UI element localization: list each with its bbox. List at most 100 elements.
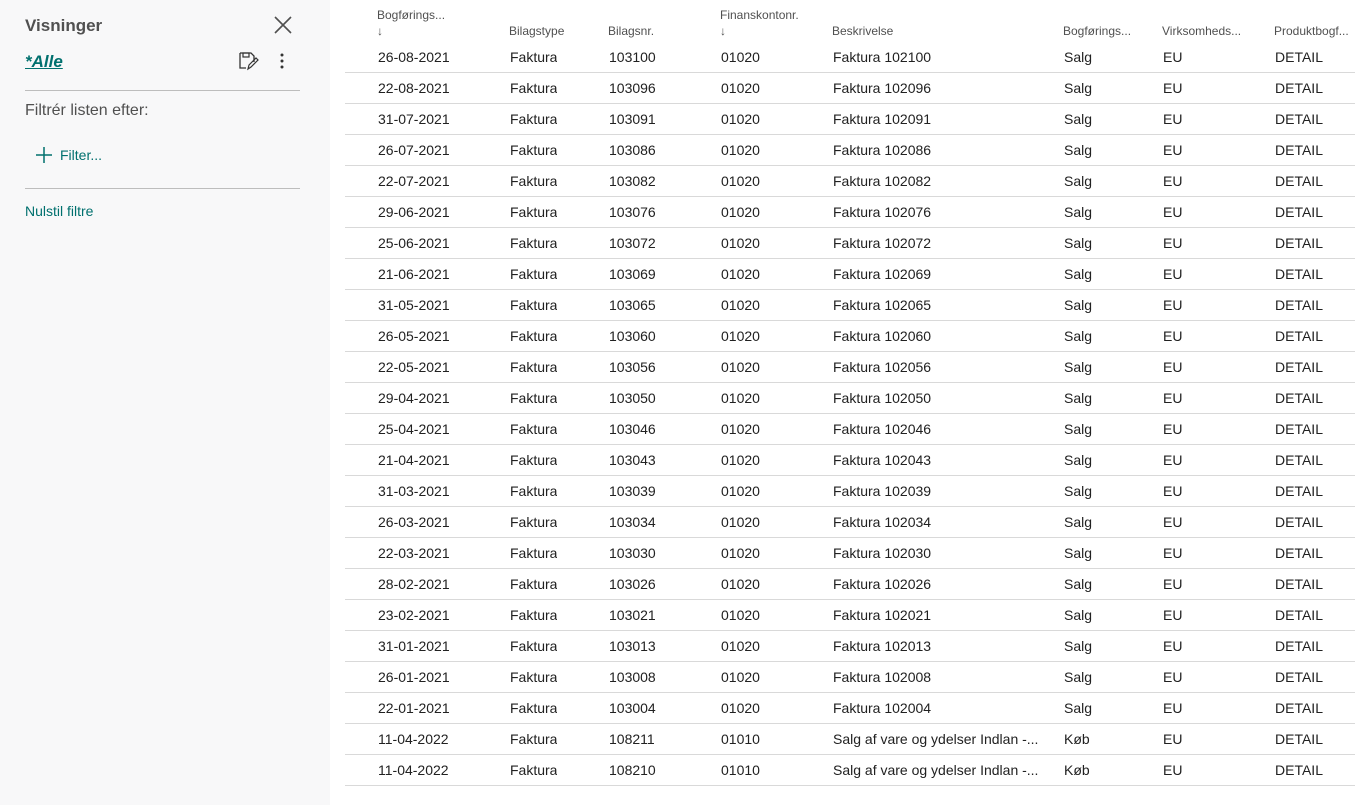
- cell-business-group: EU: [1163, 452, 1183, 468]
- cell-gl-account-no: 01010: [721, 731, 760, 747]
- cell-product-group: DETAIL: [1275, 266, 1323, 282]
- column-header-document-no[interactable]: Bilagsnr.: [608, 24, 654, 38]
- cell-business-group: EU: [1163, 359, 1183, 375]
- cell-posting-date: 22-08-2021: [378, 80, 450, 96]
- more-options-icon[interactable]: [272, 50, 292, 72]
- cell-description: Faktura 102086: [833, 142, 932, 158]
- cell-product-group: DETAIL: [1275, 607, 1323, 623]
- cell-product-group: DETAIL: [1275, 80, 1323, 96]
- column-header-label: Bilagstype: [509, 24, 565, 38]
- column-header-posting-type[interactable]: Bogførings...: [1063, 24, 1131, 38]
- table-row[interactable]: 28-02-2021 Faktura 103026 01020 Faktura 1020…: [345, 569, 1355, 600]
- cell-posting-date: 31-07-2021: [378, 111, 450, 127]
- cell-document-type: Faktura: [510, 266, 558, 282]
- column-header-product-group[interactable]: Produktbogf...: [1274, 24, 1349, 38]
- table-row[interactable]: 11-04-2022 Faktura 108211 01010 Salg af vare…: [345, 724, 1355, 755]
- table-row[interactable]: 11-04-2022 Faktura 108210 01010 Salg af vare…: [345, 755, 1355, 786]
- cell-document-type: Faktura: [510, 483, 558, 499]
- cell-description: Faktura 102096: [833, 80, 932, 96]
- cell-business-group: EU: [1163, 266, 1183, 282]
- cell-document-type: Faktura: [510, 576, 558, 592]
- cell-product-group: DETAIL: [1275, 545, 1323, 561]
- cell-posting-type: Salg: [1064, 173, 1093, 189]
- table-row[interactable]: 22-01-2021 Faktura 103004 01020 Faktura 1020…: [345, 693, 1355, 724]
- table-row[interactable]: 25-06-2021 Faktura 103072 01020 Faktura 1020…: [345, 228, 1355, 259]
- cell-document-type: Faktura: [510, 731, 558, 747]
- cell-posting-date: 31-01-2021: [378, 638, 450, 654]
- table-row[interactable]: 26-08-2021 Faktura 103100 01020 Faktura 1021…: [345, 42, 1355, 73]
- table-row[interactable]: 31-01-2021 Faktura 103013 01020 Faktura 1020…: [345, 631, 1355, 662]
- table-row[interactable]: 22-05-2021 Faktura 103056 01020 Faktura 1020…: [345, 352, 1355, 383]
- cell-product-group: DETAIL: [1275, 762, 1323, 778]
- cell-posting-date: 29-06-2021: [378, 204, 450, 220]
- cell-product-group: DETAIL: [1275, 483, 1323, 499]
- cell-posting-type: Salg: [1064, 576, 1093, 592]
- cell-gl-account-no: 01020: [721, 514, 760, 530]
- column-header-gl-account-no[interactable]: Finanskontonr. ↓: [720, 8, 799, 38]
- table-row[interactable]: 22-08-2021 Faktura 103096 01020 Faktura 1020…: [345, 73, 1355, 104]
- cell-posting-date: 11-04-2022: [378, 762, 449, 778]
- table-row[interactable]: 22-03-2021 Faktura 103030 01020 Faktura 1020…: [345, 538, 1355, 569]
- table-row[interactable]: 29-04-2021 Faktura 103050 01020 Faktura 1020…: [345, 383, 1355, 414]
- cell-description: Salg af vare og ydelser Indlan -...: [833, 731, 1039, 747]
- table-row[interactable]: 26-07-2021 Faktura 103086 01020 Faktura 1020…: [345, 135, 1355, 166]
- cell-document-type: Faktura: [510, 669, 558, 685]
- cell-gl-account-no: 01020: [721, 80, 760, 96]
- cell-gl-account-no: 01020: [721, 638, 760, 654]
- cell-description: Salg af vare og ydelser Indlan -...: [833, 762, 1039, 778]
- column-header-label: Produktbogf...: [1274, 24, 1349, 38]
- cell-posting-date: 26-05-2021: [378, 328, 450, 344]
- cell-posting-date: 26-08-2021: [378, 49, 450, 65]
- column-header-document-type[interactable]: Bilagstype: [509, 24, 564, 38]
- table-row[interactable]: 26-01-2021 Faktura 103008 01020 Faktura 1020…: [345, 662, 1355, 693]
- cell-gl-account-no: 01020: [721, 576, 760, 592]
- cell-gl-account-no: 01020: [721, 452, 760, 468]
- table-row[interactable]: 26-03-2021 Faktura 103034 01020 Faktura 1020…: [345, 507, 1355, 538]
- column-header-business-group[interactable]: Virksomheds...: [1162, 24, 1241, 38]
- column-header-posting-date[interactable]: Bogførings... ↓: [377, 8, 445, 38]
- cell-business-group: EU: [1163, 328, 1183, 344]
- cell-document-no: 103050: [609, 390, 656, 406]
- cell-document-no: 103086: [609, 142, 656, 158]
- add-filter-button[interactable]: Filter...: [34, 143, 102, 167]
- cell-business-group: EU: [1163, 514, 1183, 530]
- cell-document-no: 103026: [609, 576, 656, 592]
- table-row[interactable]: 31-03-2021 Faktura 103039 01020 Faktura 1020…: [345, 476, 1355, 507]
- cell-posting-date: 11-04-2022: [378, 731, 449, 747]
- cell-product-group: DETAIL: [1275, 328, 1323, 344]
- cell-description: Faktura 102021: [833, 607, 932, 623]
- cell-gl-account-no: 01020: [721, 173, 760, 189]
- grid-rows: 31-08-2021Faktura10310501020Faktura 1021…: [345, 18, 1355, 786]
- reset-filters-link[interactable]: Nulstil filtre: [25, 203, 93, 219]
- cell-document-type: Faktura: [510, 328, 558, 344]
- cell-posting-date: 22-05-2021: [378, 359, 450, 375]
- table-row[interactable]: 26-05-2021 Faktura 103060 01020 Faktura 1020…: [345, 321, 1355, 352]
- plus-icon: [36, 147, 52, 163]
- cell-business-group: EU: [1163, 235, 1183, 251]
- cell-document-type: Faktura: [510, 359, 558, 375]
- cell-posting-date: 25-04-2021: [378, 421, 450, 437]
- cell-description: Faktura 102091: [833, 111, 932, 127]
- close-icon[interactable]: [270, 12, 296, 38]
- cell-gl-account-no: 01020: [721, 204, 760, 220]
- cell-document-type: Faktura: [510, 421, 558, 437]
- view-all-link[interactable]: *Alle: [25, 52, 63, 72]
- table-row[interactable]: 22-07-2021 Faktura 103082 01020 Faktura 1020…: [345, 166, 1355, 197]
- cell-document-no: 108211: [609, 731, 655, 747]
- cell-posting-date: 22-03-2021: [378, 545, 450, 561]
- cell-posting-date: 31-05-2021: [378, 297, 450, 313]
- column-header-description[interactable]: Beskrivelse: [832, 24, 893, 38]
- table-row[interactable]: 21-04-2021 Faktura 103043 01020 Faktura 1020…: [345, 445, 1355, 476]
- cell-posting-type: Køb: [1064, 731, 1090, 747]
- table-row[interactable]: 21-06-2021 Faktura 103069 01020 Faktura 1020…: [345, 259, 1355, 290]
- save-view-icon[interactable]: [237, 50, 259, 72]
- cell-document-type: Faktura: [510, 607, 558, 623]
- table-row[interactable]: 31-07-2021 Faktura 103091 01020 Faktura 1020…: [345, 104, 1355, 135]
- cell-description: Faktura 102065: [833, 297, 932, 313]
- table-row[interactable]: 29-06-2021 Faktura 103076 01020 Faktura 1020…: [345, 197, 1355, 228]
- table-row[interactable]: 23-02-2021 Faktura 103021 01020 Faktura 1020…: [345, 600, 1355, 631]
- cell-gl-account-no: 01020: [721, 49, 760, 65]
- table-row[interactable]: 31-05-2021 Faktura 103065 01020 Faktura 1020…: [345, 290, 1355, 321]
- table-row[interactable]: 25-04-2021 Faktura 103046 01020 Faktura 1020…: [345, 414, 1355, 445]
- cell-product-group: DETAIL: [1275, 49, 1323, 65]
